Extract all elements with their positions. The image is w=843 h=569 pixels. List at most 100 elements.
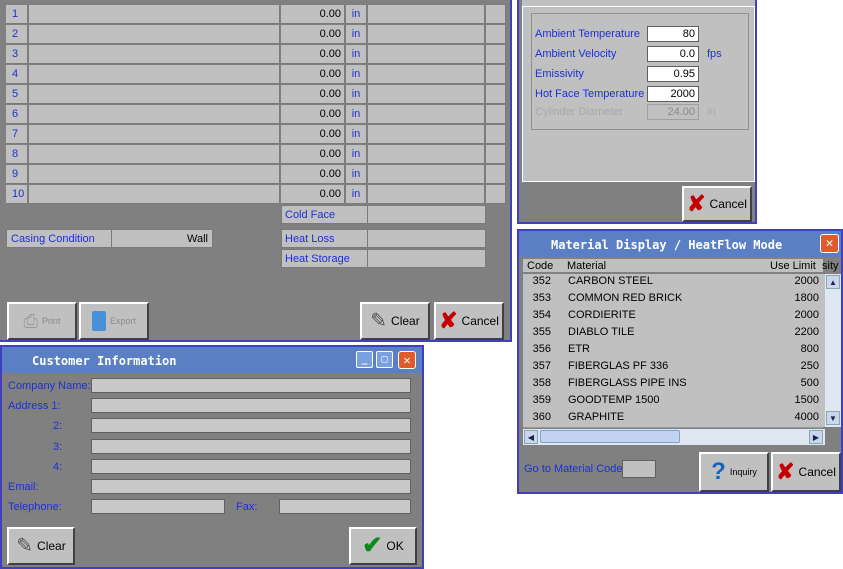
cancel-button[interactable]: ✘ Cancel <box>434 302 504 340</box>
material-row[interactable]: 357 FIBERGLAS PF 336 250 <box>523 359 823 377</box>
layer-thickness-value[interactable]: 0.00 <box>281 65 345 84</box>
customer-clear-button[interactable]: ✎ Clear <box>7 527 75 565</box>
layer-thickness-value[interactable]: 0.00 <box>281 105 345 124</box>
layer-material-cell[interactable] <box>29 85 280 104</box>
layer-material-cell[interactable] <box>29 45 280 64</box>
layer-number: 8 <box>6 145 28 164</box>
material-code: 357 <box>532 360 551 372</box>
export-button[interactable]: Export <box>79 302 149 340</box>
material-cancel-button[interactable]: ✘ Cancel <box>771 452 841 492</box>
x-icon: ✘ <box>776 459 795 484</box>
scroll-thumb[interactable] <box>540 430 680 443</box>
layer-material-cell[interactable] <box>29 25 280 44</box>
material-code: 355 <box>532 326 551 338</box>
minimize-icon[interactable]: _ <box>356 351 373 368</box>
material-code: 352 <box>532 275 551 287</box>
material-row[interactable]: 354 CORDIERITE 2000 <box>523 308 823 326</box>
material-row[interactable]: 356 ETR 800 <box>523 342 823 360</box>
material-vertical-scrollbar[interactable]: ▲ ▼ <box>825 274 841 427</box>
layer-material-cell[interactable] <box>29 5 280 24</box>
layer-extra-cell-2 <box>486 25 506 44</box>
layer-thickness-value[interactable]: 0.00 <box>281 165 345 184</box>
close-icon[interactable]: ✕ <box>398 351 416 369</box>
material-row[interactable]: 358 FIBERGLASS PIPE INS 500 <box>523 376 823 394</box>
layer-extra-cell-2 <box>486 85 506 104</box>
maximize-icon[interactable]: □ <box>376 351 393 368</box>
material-display-window: Material Display / HeatFlow Mode ✕ Code … <box>517 229 843 494</box>
layer-row[interactable]: 7 0.00 in <box>6 125 506 145</box>
email-label: Email: <box>8 481 39 493</box>
layer-material-cell[interactable] <box>29 105 280 124</box>
property-value-field[interactable]: 0.0 <box>647 46 699 62</box>
col-code-header[interactable]: Code <box>527 260 553 272</box>
property-value-field[interactable]: 80 <box>647 26 699 42</box>
goto-material-input[interactable] <box>622 460 656 478</box>
layer-material-cell[interactable] <box>29 65 280 84</box>
material-row[interactable]: 355 DIABLO TILE 2200 <box>523 325 823 343</box>
close-icon[interactable]: ✕ <box>820 234 839 253</box>
ok-button[interactable]: ✔ OK <box>349 527 417 565</box>
layer-row[interactable]: 1 0.00 in <box>6 5 506 25</box>
layer-unit: in <box>346 5 367 24</box>
property-label: Ambient Velocity <box>535 48 617 60</box>
layer-number: 5 <box>6 85 28 104</box>
layer-row[interactable]: 10 0.00 in <box>6 185 506 205</box>
address-4-field[interactable] <box>91 459 411 474</box>
customer-titlebar: Customer Information _ □ ✕ <box>2 347 422 373</box>
material-horizontal-scrollbar[interactable]: ◀ ▶ <box>523 429 825 445</box>
col-material-header[interactable]: Material <box>567 260 606 272</box>
property-value-field[interactable]: 0.95 <box>647 66 699 82</box>
layer-thickness-value[interactable]: 0.00 <box>281 25 345 44</box>
layer-row[interactable]: 3 0.00 in <box>6 45 506 65</box>
scroll-down-icon[interactable]: ▼ <box>826 411 840 425</box>
layer-row[interactable]: 2 0.00 in <box>6 25 506 45</box>
inquiry-button[interactable]: ? Inquiry <box>699 452 769 492</box>
props-cancel-button[interactable]: ✘ Cancel <box>682 186 752 222</box>
email-field[interactable] <box>91 479 411 494</box>
layer-row[interactable]: 4 0.00 in <box>6 65 506 85</box>
scroll-up-icon[interactable]: ▲ <box>826 275 840 289</box>
casing-condition-row[interactable]: Casing Condition Wall <box>6 229 213 248</box>
material-row[interactable]: 360 GRAPHITE 4000 <box>523 410 823 428</box>
scroll-right-icon[interactable]: ▶ <box>809 430 823 444</box>
layer-material-cell[interactable] <box>29 185 280 204</box>
property-value-field[interactable]: 2000 <box>647 86 699 102</box>
telephone-field[interactable] <box>91 499 225 514</box>
material-row[interactable]: 359 GOODTEMP 1500 1500 <box>523 393 823 411</box>
material-code: 358 <box>532 377 551 389</box>
scroll-left-icon[interactable]: ◀ <box>524 430 538 444</box>
clear-button[interactable]: ✎ Clear <box>360 302 430 340</box>
material-row[interactable]: 352 CARBON STEEL 2000 <box>523 274 823 292</box>
layer-thickness-value[interactable]: 0.00 <box>281 45 345 64</box>
layer-row[interactable]: 9 0.00 in <box>6 165 506 185</box>
material-row[interactable]: 353 COMMON RED BRICK 1800 <box>523 291 823 309</box>
question-icon: ? <box>711 458 726 485</box>
layer-thickness-value[interactable]: 0.00 <box>281 185 345 204</box>
layer-thickness-value[interactable]: 0.00 <box>281 5 345 24</box>
layer-thickness-value[interactable]: 0.00 <box>281 125 345 144</box>
layer-row[interactable]: 5 0.00 in <box>6 85 506 105</box>
layer-material-cell[interactable] <box>29 165 280 184</box>
company-name-label: Company Name: <box>8 380 91 392</box>
layer-thickness-value[interactable]: 0.00 <box>281 145 345 164</box>
layer-row[interactable]: 8 0.00 in <box>6 145 506 165</box>
layer-thickness-value[interactable]: 0.00 <box>281 85 345 104</box>
layer-row[interactable]: 6 0.00 in <box>6 105 506 125</box>
layer-material-cell[interactable] <box>29 125 280 144</box>
address-1-field[interactable] <box>91 398 411 413</box>
layer-unit: in <box>346 145 367 164</box>
fax-field[interactable] <box>279 499 411 514</box>
print-button[interactable]: ⎙ Print <box>7 302 77 340</box>
address-3-field[interactable] <box>91 439 411 454</box>
material-name: DIABLO TILE <box>568 326 635 338</box>
material-use-limit: 1500 <box>794 394 819 406</box>
layer-material-cell[interactable] <box>29 145 280 164</box>
col-use-limit-header[interactable]: Use Limit <box>770 260 816 272</box>
address-2-field[interactable] <box>91 418 411 433</box>
col-density-header[interactable]: sity <box>822 260 839 272</box>
material-list[interactable]: 352 CARBON STEEL 2000 353 COMMON RED BRICK 18… <box>523 274 825 428</box>
material-code: 356 <box>532 343 551 355</box>
material-name: FIBERGLASS PIPE INS <box>568 377 687 389</box>
company-name-field[interactable] <box>91 378 411 393</box>
cylinder-diameter-field: 24.00 <box>647 104 699 120</box>
